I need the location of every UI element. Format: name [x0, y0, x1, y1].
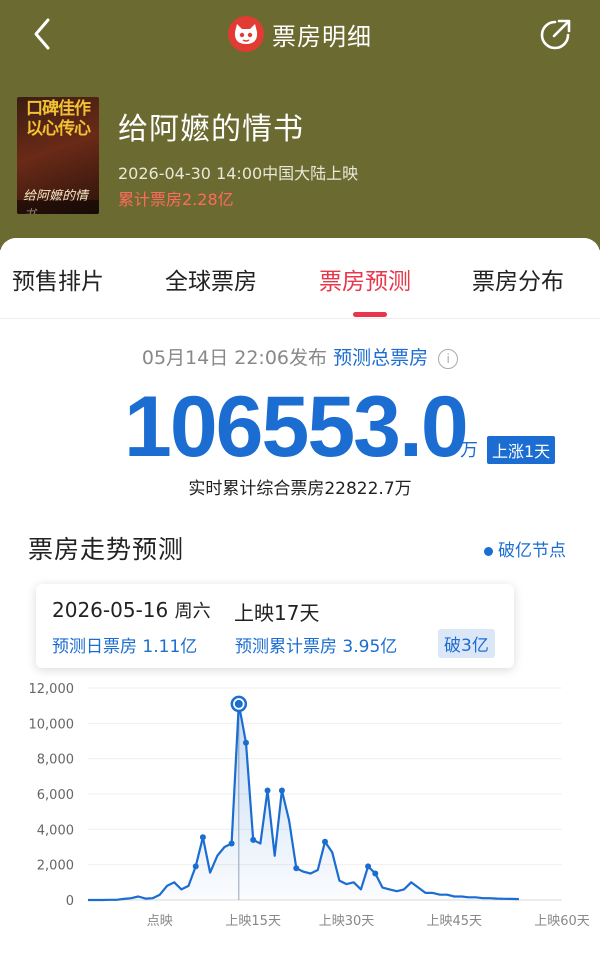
data-point	[228, 840, 235, 847]
tooltip-daily: 预测日票房 1.11亿	[52, 637, 198, 657]
section-title: 票房走势预测	[28, 535, 185, 564]
tab-distribution[interactable]: 票房分布	[472, 262, 564, 296]
legend[interactable]: 破亿节点	[484, 536, 566, 561]
tab-global[interactable]: 全球票房	[165, 262, 257, 296]
x-tick-label: 上映60天	[534, 914, 590, 929]
share-icon[interactable]	[538, 16, 574, 52]
tab-presale[interactable]: 预售排片	[12, 262, 104, 296]
y-tick-label: 8,000	[37, 753, 74, 768]
x-tick-label: 上映45天	[426, 914, 482, 929]
data-point	[278, 787, 285, 794]
tooltip-date-value: 2026-05-16	[52, 598, 169, 622]
data-point	[199, 834, 206, 841]
data-point	[365, 863, 372, 870]
poster-band	[17, 200, 99, 214]
forecast-value: 106553.0	[124, 379, 469, 475]
y-tick-label: 12,000	[29, 682, 75, 697]
data-point	[243, 739, 249, 746]
movie-title: 给阿嬷的情书	[118, 112, 304, 147]
y-tick-label: 10,000	[29, 717, 75, 732]
trend-chart[interactable]: 0 2,000 4,000 6,000 8,000 10,000 12,000 点映 上映15天…	[0, 670, 600, 930]
x-tick-label: 点映	[147, 914, 173, 929]
info-icon[interactable]: i	[438, 348, 459, 369]
series-line	[88, 702, 519, 902]
data-point	[250, 836, 257, 843]
tooltip-cumulative: 预测累计票房 3.95亿	[235, 637, 398, 657]
chart-tooltip: 2026-05-16 周六 上映17天 预测日票房 1.11亿 预测累计票房 3…	[36, 584, 514, 668]
release-info: 2026-04-30 14:00中国大陆上映	[118, 164, 359, 183]
data-point	[192, 863, 199, 870]
legend-dot-icon	[484, 546, 493, 556]
forecast-label: 预测总票房	[333, 347, 429, 369]
page-title: 票房明细	[272, 22, 372, 51]
y-tick-label: 4,000	[37, 823, 74, 838]
tab-forecast[interactable]: 票房预测	[319, 262, 411, 296]
highlight-point	[234, 699, 243, 708]
total-box-office: 累计票房2.28亿	[118, 190, 234, 209]
rise-badge: 上涨1天	[487, 436, 556, 464]
tooltip-badge: 破3亿	[438, 629, 495, 658]
realtime-box-office: 实时累计综合票房22822.7万	[188, 479, 412, 499]
y-tick-label: 6,000	[37, 788, 74, 803]
cat-logo-icon	[228, 16, 264, 52]
data-point	[293, 865, 300, 872]
publish-row: 05月14日 22:06发布 预测总票房 i	[0, 343, 600, 370]
divider	[0, 318, 600, 319]
y-tick-label: 2,000	[37, 859, 74, 874]
legend-label: 破亿节点	[498, 541, 566, 561]
tooltip-date: 2026-05-16 周六	[52, 597, 211, 623]
data-point	[322, 838, 328, 845]
movie-poster[interactable]: 口碑佳作以心传心 给阿嬷的情书	[17, 97, 99, 214]
tab-bar: 预售排片 全球票房 票房预测 票房分布	[0, 252, 600, 312]
x-tick-label: 上映30天	[319, 914, 375, 929]
forecast-unit: 万	[460, 440, 478, 461]
data-point	[372, 870, 379, 877]
active-tab-indicator	[353, 312, 387, 317]
tooltip-weekday: 周六	[174, 601, 211, 622]
y-tick-label: 0	[66, 894, 74, 909]
publish-time: 05月14日 22:06发布	[141, 347, 328, 369]
tooltip-days: 上映17天	[234, 601, 320, 625]
poster-slogan: 口碑佳作以心传心	[26, 99, 91, 139]
x-tick-label: 上映15天	[225, 914, 281, 929]
data-point	[264, 787, 271, 794]
